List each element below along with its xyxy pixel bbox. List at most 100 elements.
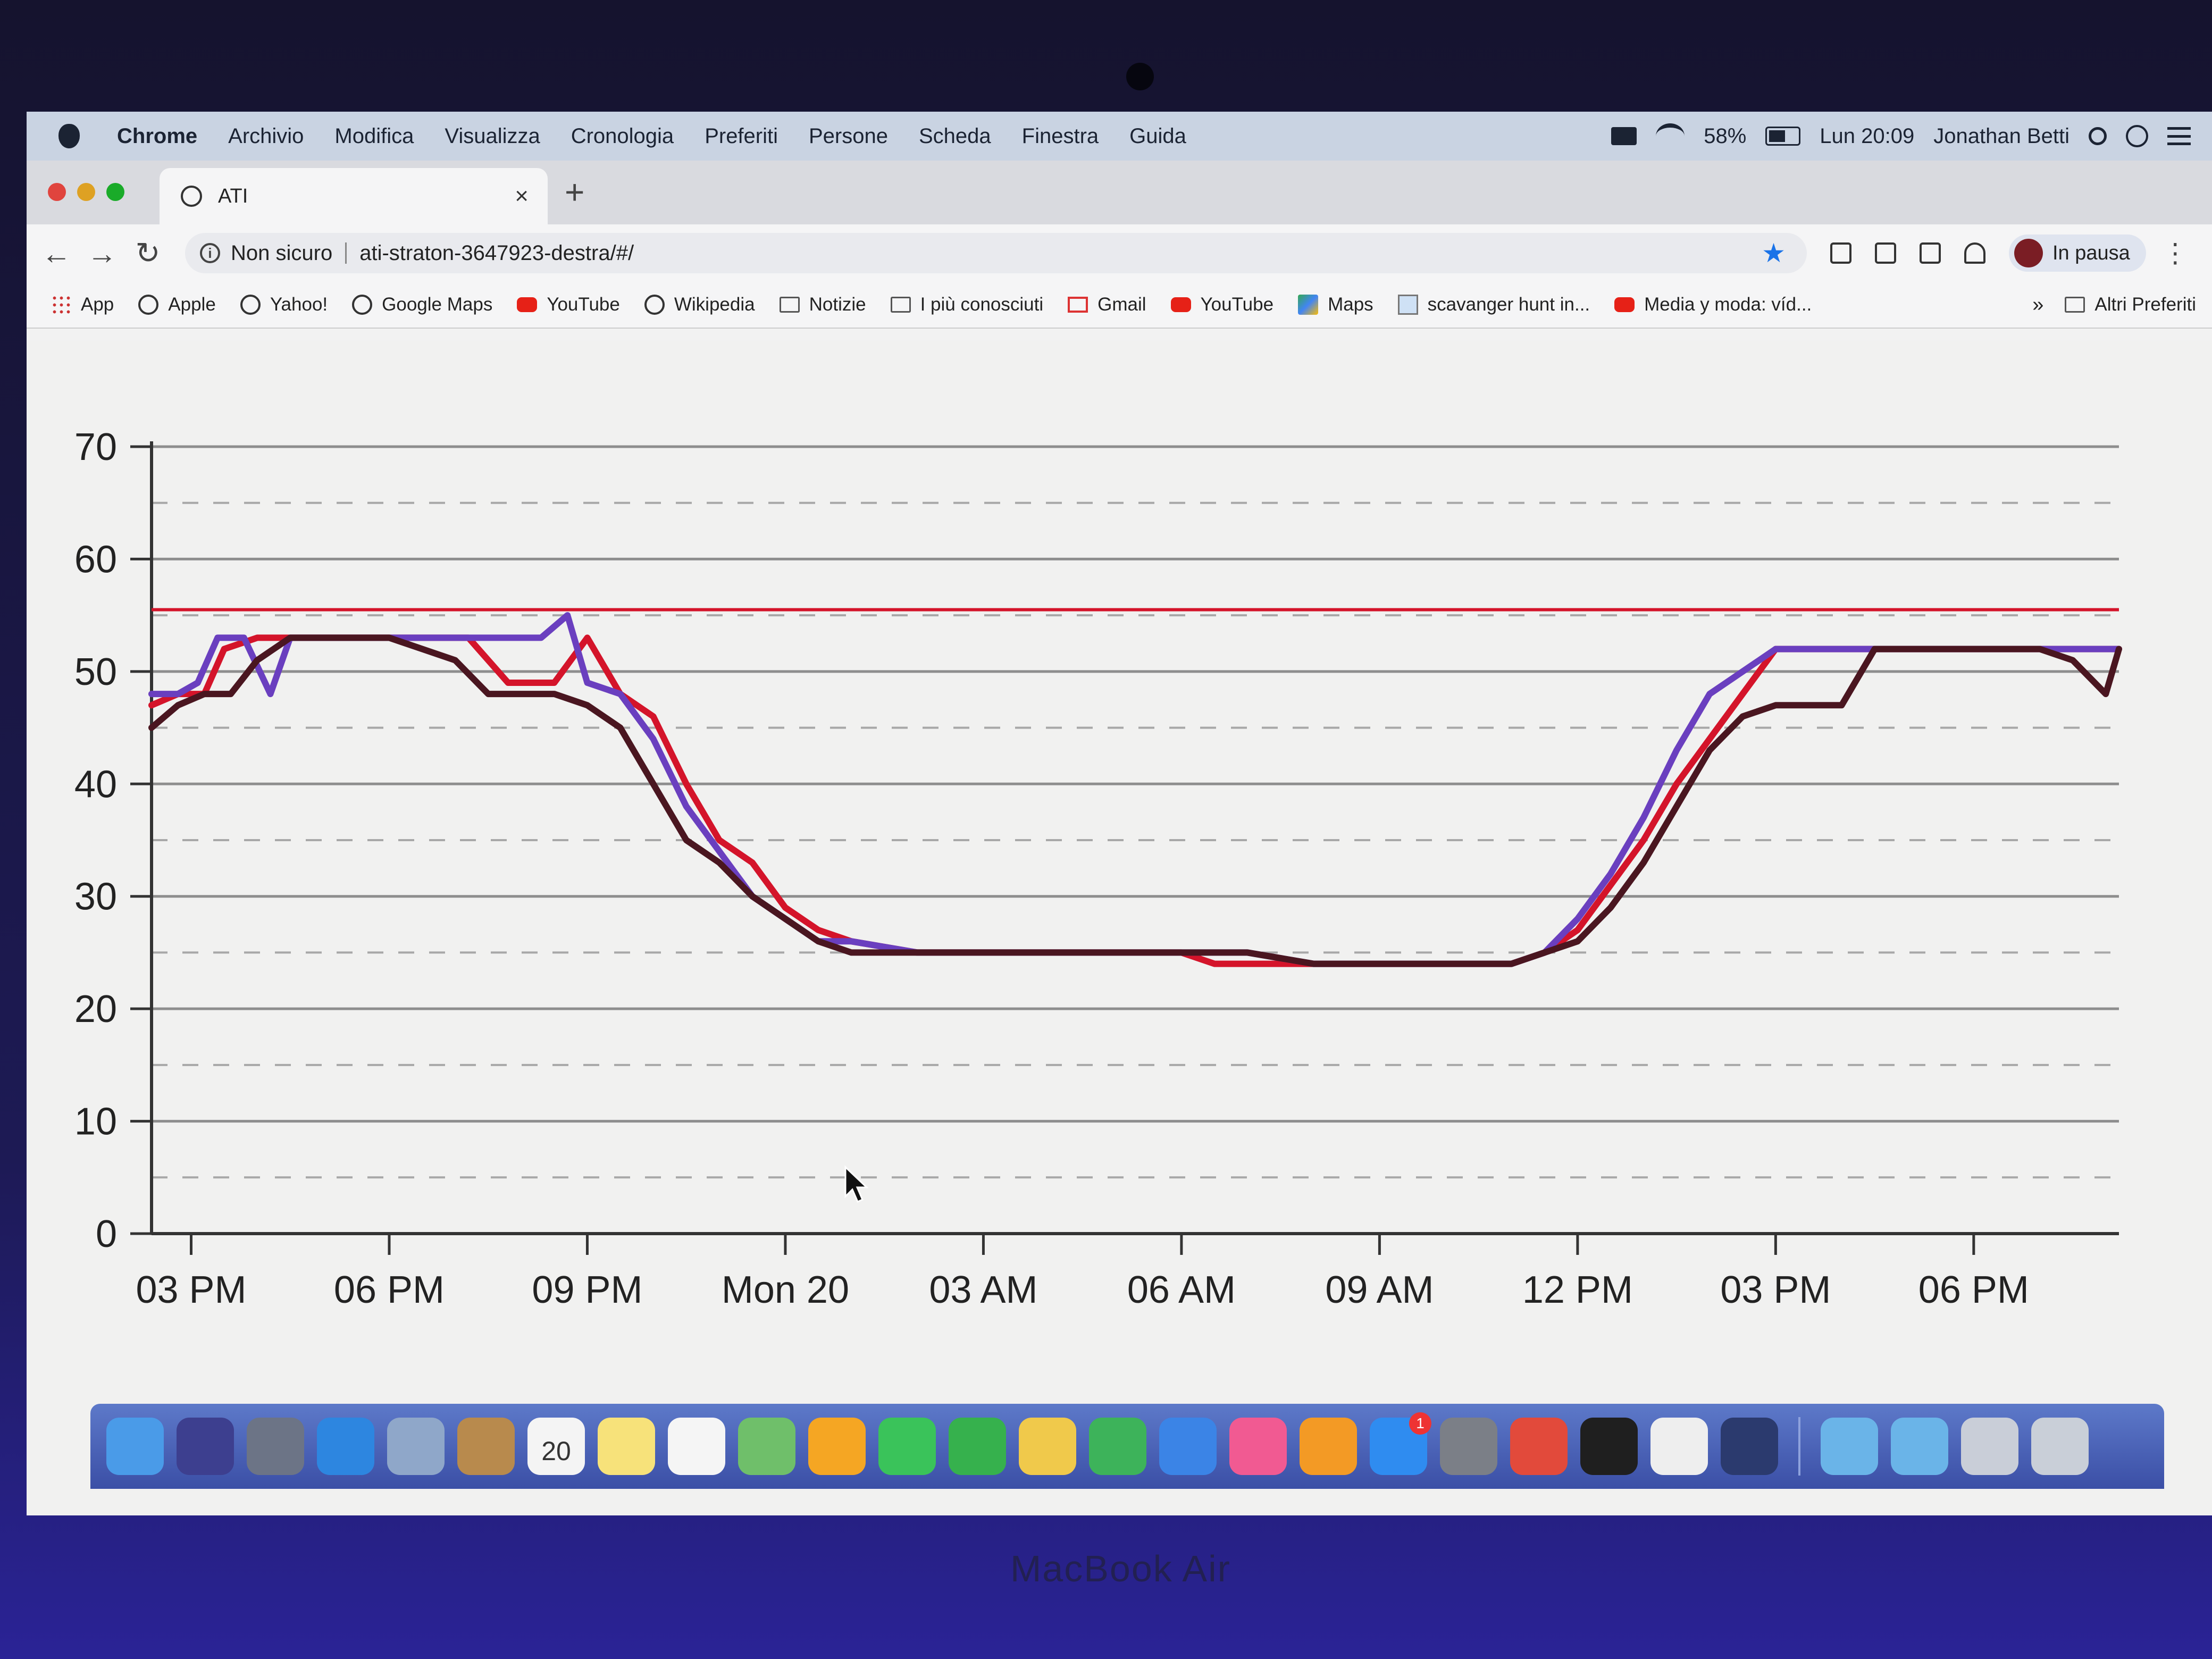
launchpad-icon[interactable] bbox=[247, 1418, 304, 1475]
downloads-folder-icon[interactable] bbox=[1821, 1418, 1878, 1475]
bookmark-5[interactable]: Wikipedia bbox=[644, 294, 755, 315]
bookmark-12[interactable]: Media y moda: víd... bbox=[1614, 294, 1812, 315]
applications-folder-icon[interactable] bbox=[1891, 1418, 1948, 1475]
screenshot-stack-icon[interactable] bbox=[1961, 1418, 2018, 1475]
textedit-icon[interactable] bbox=[1650, 1418, 1708, 1475]
menu-finestra[interactable]: Finestra bbox=[1022, 124, 1099, 148]
messages-icon[interactable] bbox=[878, 1418, 936, 1475]
battery-icon[interactable] bbox=[1765, 127, 1801, 146]
photos-icon[interactable] bbox=[808, 1418, 866, 1475]
bookmark-3[interactable]: Google Maps bbox=[352, 294, 492, 315]
bookmark-label: YouTube bbox=[547, 294, 620, 315]
menu-app-name[interactable]: Chrome bbox=[117, 124, 197, 148]
trash-icon[interactable] bbox=[2031, 1418, 2089, 1475]
bookmark-6[interactable]: Notizie bbox=[779, 294, 866, 315]
slides-icon[interactable] bbox=[1019, 1418, 1076, 1475]
menu-preferiti[interactable]: Preferiti bbox=[705, 124, 778, 148]
extension-grid-icon[interactable] bbox=[1830, 242, 1851, 264]
siri-icon[interactable] bbox=[177, 1418, 234, 1475]
finder-icon[interactable] bbox=[106, 1418, 164, 1475]
notification-center-icon[interactable] bbox=[2167, 127, 2191, 145]
site-info-icon[interactable]: i bbox=[200, 243, 220, 263]
system-preferences-icon[interactable] bbox=[1440, 1418, 1497, 1475]
facetime-icon[interactable] bbox=[949, 1418, 1006, 1475]
bookmark-0[interactable]: App bbox=[51, 294, 114, 315]
window-minimize-button[interactable] bbox=[77, 183, 95, 201]
bookmark-label: Wikipedia bbox=[674, 294, 755, 315]
url-text[interactable]: ati-straton-3647923-destra/#/ bbox=[359, 241, 634, 265]
siri-menu-icon[interactable] bbox=[2126, 125, 2148, 147]
keynote-icon[interactable] bbox=[1159, 1418, 1217, 1475]
bookmark-10[interactable]: Maps bbox=[1298, 294, 1373, 315]
profile-button[interactable]: In pausa bbox=[2009, 234, 2146, 272]
maps-icon bbox=[1298, 295, 1319, 315]
calendar-date: 20 bbox=[541, 1436, 571, 1466]
contacts-icon[interactable] bbox=[457, 1418, 515, 1475]
menu-bar: Chrome Archivio Modifica Visualizza Cron… bbox=[27, 112, 2212, 161]
window-close-button[interactable] bbox=[48, 183, 66, 201]
menu-guida[interactable]: Guida bbox=[1129, 124, 1186, 148]
quicktime-icon[interactable] bbox=[1721, 1418, 1778, 1475]
apple-menu-icon[interactable] bbox=[58, 124, 80, 148]
bookmark-2[interactable]: Yahoo! bbox=[240, 294, 328, 315]
maps-icon[interactable] bbox=[738, 1418, 795, 1475]
bookmarks-overflow-icon[interactable]: » bbox=[2032, 294, 2043, 316]
security-status[interactable]: Non sicuro bbox=[231, 241, 332, 265]
menu-clock[interactable]: Lun 20:09 bbox=[1820, 124, 1914, 148]
menu-modifica[interactable]: Modifica bbox=[334, 124, 414, 148]
numbers-icon[interactable] bbox=[1089, 1418, 1146, 1475]
x-tick-label: 06 AM bbox=[1127, 1269, 1236, 1311]
bookmark-11[interactable]: scavanger hunt in... bbox=[1397, 294, 1590, 315]
chrome-icon[interactable] bbox=[1510, 1418, 1568, 1475]
terminal-icon[interactable] bbox=[1580, 1418, 1638, 1475]
tab-close-icon[interactable]: × bbox=[515, 183, 529, 210]
gmail-icon bbox=[1068, 297, 1088, 313]
other-bookmarks-folder[interactable]: Altri Preferiti bbox=[2065, 294, 2196, 315]
back-arrow-icon[interactable]: ← bbox=[40, 236, 72, 271]
window-zoom-button[interactable] bbox=[106, 183, 124, 201]
menu-visualizza[interactable]: Visualizza bbox=[445, 124, 540, 148]
menu-user-name[interactable]: Jonathan Betti bbox=[1933, 124, 2069, 148]
notification-badge: 1 bbox=[1409, 1412, 1431, 1435]
wifi-icon[interactable] bbox=[1656, 123, 1685, 149]
dock: 20 1 bbox=[90, 1404, 2164, 1489]
bookmark-1[interactable]: Apple bbox=[138, 294, 216, 315]
bookmark-star-icon[interactable]: ★ bbox=[1762, 238, 1786, 269]
other-bookmarks-label: Altri Preferiti bbox=[2094, 294, 2196, 315]
chrome-menu-icon[interactable]: ⋮ bbox=[2162, 238, 2189, 269]
y-tick-label: 0 bbox=[96, 1213, 117, 1255]
bookmark-4[interactable]: YouTube bbox=[517, 294, 620, 315]
series-line-0 bbox=[148, 634, 2122, 967]
bookmark-label: Gmail bbox=[1097, 294, 1146, 315]
new-tab-button[interactable]: + bbox=[565, 172, 584, 212]
calendar-icon[interactable]: 20 bbox=[527, 1418, 585, 1475]
notes-icon[interactable] bbox=[598, 1418, 655, 1475]
menu-archivio[interactable]: Archivio bbox=[228, 124, 304, 148]
extension-table-icon[interactable] bbox=[1920, 242, 1941, 264]
bookmark-8[interactable]: Gmail bbox=[1068, 294, 1146, 315]
browser-toolbar: ← → ↻ i Non sicuro ati-straton-3647923-d… bbox=[27, 224, 2212, 282]
itunes-icon[interactable] bbox=[1229, 1418, 1287, 1475]
tab-ati[interactable]: ATI × bbox=[160, 168, 548, 224]
app-store-icon[interactable]: 1 bbox=[1370, 1412, 1431, 1475]
preview-icon[interactable] bbox=[387, 1418, 445, 1475]
reload-icon[interactable]: ↻ bbox=[132, 236, 164, 271]
x-tick-label: 03 PM bbox=[1720, 1269, 1831, 1311]
address-bar[interactable]: i Non sicuro ati-straton-3647923-destra/… bbox=[185, 233, 1807, 273]
forward-arrow-icon[interactable]: → bbox=[86, 236, 118, 271]
x-tick-label: 09 AM bbox=[1325, 1269, 1434, 1311]
screen: Chrome Archivio Modifica Visualizza Cron… bbox=[27, 112, 2212, 1515]
reminders-icon[interactable] bbox=[668, 1418, 725, 1475]
bookmark-9[interactable]: YouTube bbox=[1170, 294, 1273, 315]
x-tick-label: 12 PM bbox=[1522, 1269, 1633, 1311]
extensions-puzzle-icon[interactable] bbox=[1964, 242, 1985, 264]
books-icon[interactable] bbox=[1300, 1418, 1357, 1475]
extension-shield-icon[interactable] bbox=[1875, 242, 1896, 264]
menu-cronologia[interactable]: Cronologia bbox=[571, 124, 674, 148]
airplay-display-icon[interactable] bbox=[1611, 127, 1637, 145]
menu-scheda[interactable]: Scheda bbox=[919, 124, 991, 148]
bookmark-7[interactable]: I più conosciuti bbox=[890, 294, 1043, 315]
safari-icon[interactable] bbox=[317, 1418, 374, 1475]
spotlight-search-icon[interactable] bbox=[2089, 127, 2107, 145]
menu-persone[interactable]: Persone bbox=[809, 124, 888, 148]
